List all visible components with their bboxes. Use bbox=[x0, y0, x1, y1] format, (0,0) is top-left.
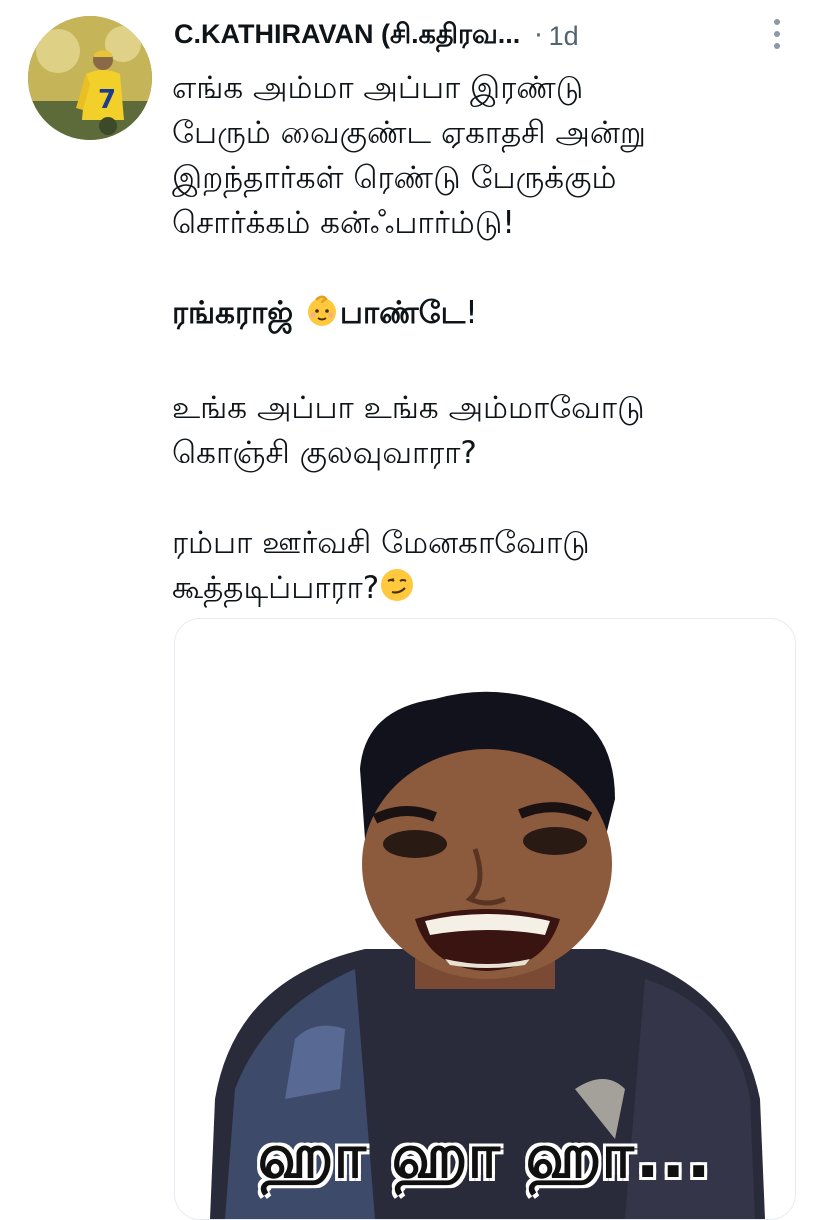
text-line: இறந்தார்கள் ரெண்டு பேருக்கும் bbox=[172, 160, 617, 196]
text-line: கொஞ்சி குலவுவாரா? bbox=[172, 435, 477, 471]
bold-name-part2: பாண்டே bbox=[339, 295, 466, 331]
text-line: கூத்தடிப்பாரா? bbox=[172, 570, 380, 606]
exclamation: ! bbox=[465, 295, 478, 331]
text-line: பேரும் வைகுண்ட ஏகாதசி அன்று bbox=[172, 115, 646, 151]
text-line-with-emoji: கூத்தடிப்பாரா? bbox=[172, 566, 792, 616]
baby-emoji-icon bbox=[304, 292, 340, 341]
bold-name-part1: ரங்கராஜ் bbox=[172, 295, 304, 331]
smirking-face-emoji-icon bbox=[379, 567, 415, 616]
tweet-header: C.KATHIRAVAN (சி.கதிரவ... · 1d bbox=[174, 14, 793, 58]
text-line: ரம்பா ஊர்வசி மேனகாவோடு bbox=[172, 525, 590, 561]
svg-text:7: 7 bbox=[98, 85, 116, 115]
mention-line: ரங்கராஜ் பாண்டே! bbox=[172, 291, 792, 341]
author-avatar[interactable]: 7 bbox=[28, 16, 152, 140]
meme-caption: ஹா ஹா ஹா... bbox=[257, 1119, 713, 1192]
more-icon[interactable] bbox=[767, 12, 787, 56]
text-line: எங்க அம்மா அப்பா இரண்டு bbox=[172, 70, 584, 106]
text-line: உங்க அப்பா உங்க அம்மாவோடு bbox=[172, 390, 645, 426]
text-line: சொர்க்கம் கன்ஃபார்ம்டு! bbox=[172, 205, 515, 241]
header-separator: · bbox=[534, 21, 543, 51]
avatar-image: 7 bbox=[28, 16, 152, 140]
author-display-name[interactable]: C.KATHIRAVAN (சி.கதிரவ... bbox=[174, 19, 520, 54]
tweet-text: எங்க அம்மா அப்பா இரண்டு பேரும் வைகுண்ட ஏ… bbox=[172, 66, 792, 616]
tweet-media[interactable]: ஹா ஹா ஹா... bbox=[174, 618, 796, 1220]
tweet-timestamp[interactable]: 1d bbox=[549, 21, 579, 52]
